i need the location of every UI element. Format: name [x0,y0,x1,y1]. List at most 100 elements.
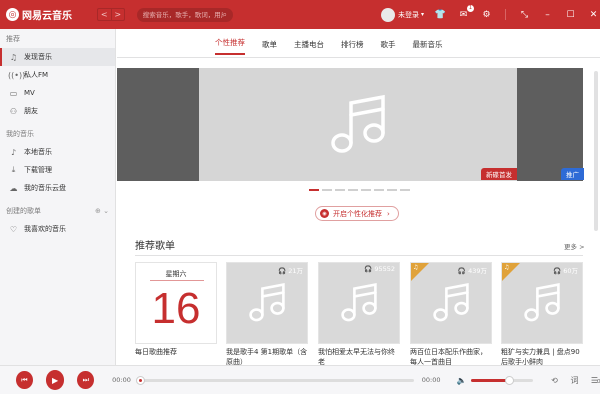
tab-radio[interactable]: 主播电台 [294,35,324,55]
next-track-button[interactable]: ⏭ [77,371,95,389]
volume-slider[interactable] [471,375,533,385]
tab-new-music[interactable]: 最新音乐 [413,35,443,55]
loop-mode-icon[interactable]: ⟲ [549,376,560,385]
music-note-icon: ♫ [9,52,18,62]
banner-dots [309,189,410,191]
mail-icon[interactable]: ✉ 1 [457,5,474,21]
playlist-card[interactable]: ♫ 🎧 439万 两百位日本配乐作曲家，每人一首曲目 [410,262,492,365]
mini-mode-icon[interactable]: ⤡ [518,8,531,21]
search-icon[interactable]: ⌕ [223,10,227,20]
tab-artists[interactable]: 歌手 [381,35,396,55]
history-nav: < > [96,8,125,21]
add-playlist-icon[interactable]: ⊕ [95,207,101,215]
maximize-icon[interactable]: ☐ [564,8,577,21]
play-icon: ▶ [52,375,59,385]
calendar-cover[interactable]: 星期六 16 [135,262,217,344]
banner-tag-ad: 推广 [561,168,584,180]
banner-dot[interactable] [309,189,319,191]
featured-icon: ♫ [413,264,419,271]
banner-dot[interactable] [387,189,397,191]
headphones-icon: 🎧 [364,265,373,273]
section-my-music: 我的音乐 [6,130,34,138]
eye-icon: ◉ [320,209,329,218]
tab-charts[interactable]: 排行榜 [341,35,364,55]
playlist-title[interactable]: 我怕相爱太早无法与你终老 [318,347,400,365]
volume-knob[interactable] [504,375,514,385]
scrollbar-thumb[interactable] [594,71,598,231]
banner-next-slide[interactable] [517,68,583,181]
sidebar-item-friends[interactable]: ⚇ 朋友 [0,102,115,120]
forward-button[interactable]: > [110,9,124,20]
local-music-icon: ♪ [10,147,17,157]
sidebar-item-discover[interactable]: ♫ 发现音乐 [0,48,115,66]
playlist-cover[interactable]: 🎧 95552 [318,262,400,344]
close-icon[interactable]: ✕ [587,8,600,21]
banner-current-slide[interactable] [199,68,517,181]
sidebar-item-private-fm[interactable]: ((•)) 私人FM [0,66,115,84]
progress-knob[interactable] [135,375,145,385]
previous-track-button[interactable]: ⏮ [16,371,33,389]
section-recommend: 推荐 [6,35,20,43]
playlist-title[interactable]: 粗犷与实力兼具 | 盘点90后歌手小鲜肉 [501,347,583,365]
netease-logo-icon: ◎ [6,8,19,21]
playlist-cover[interactable]: ♫ 🎧 60万 [501,262,583,344]
user-menu[interactable]: 未登录 ▾ [380,7,424,22]
playlist-card[interactable]: ♫ 🎧 60万 粗犷与实力兼具 | 盘点90后歌手小鲜肉 [501,262,583,365]
login-label: 未登录 [397,10,419,19]
caret-down-icon: ▾ [420,11,424,18]
playlist-title[interactable]: 两百位日本配乐作曲家，每人一首曲目 [410,347,492,365]
section-title-recommended-playlists: 推荐歌单 [135,241,175,252]
more-link[interactable]: 更多 > [564,241,585,251]
search-input[interactable] [142,10,223,19]
banner-dot[interactable] [348,189,358,191]
playlist-icon[interactable]: ☰ 0 [589,376,600,385]
message-badge: 1 [466,5,474,12]
sidebar-item-liked-music[interactable]: ♡ 我喜欢的音乐 [0,220,115,238]
progress-bar[interactable] [135,375,414,385]
playlist-card[interactable]: 🎧 21万 我是歌手4 第1期歌单（含原曲） [226,262,308,365]
headphones-icon: 🎧 [553,267,562,275]
friends-icon: ⚇ [9,106,18,116]
featured-icon: ♫ [504,264,510,271]
sidebar-item-local-music[interactable]: ♪ 本地音乐 [0,143,115,161]
enable-personal-recommend-button[interactable]: ◉ 开启个性化推荐 › [315,206,399,221]
play-button[interactable]: ▶ [45,370,65,390]
lyrics-icon[interactable]: 词 [569,375,580,386]
playlist-card[interactable]: 🎧 95552 我怕相爱太早无法与你终老 [318,262,400,365]
headphones-icon: 🎧 [457,267,466,275]
previous-icon: ⏮ [21,375,28,384]
sidebar-item-label: 本地音乐 [24,148,52,156]
playlist-title[interactable]: 我是歌手4 第1期歌单（含原曲） [226,347,308,365]
title-bar: ◎ 网易云音乐 < > ⌕ 未登录 ▾ 👕 ✉1 ⚙ ⤡ – ☐ ✕ [0,0,600,29]
sidebar-item-cloud-disk[interactable]: ☁ 我的音乐云盘 [0,179,115,197]
banner-prev-slide[interactable] [117,68,199,181]
skin-icon[interactable]: 👕 [434,8,447,21]
chevron-down-icon[interactable]: ⌄ [103,207,109,215]
banner-dot[interactable] [361,189,371,191]
banner-dot[interactable] [400,189,410,191]
sidebar-item-downloads[interactable]: ⤓ 下载管理 [0,161,115,179]
banner-dot[interactable] [374,189,384,191]
playlist-cover[interactable]: 🎧 21万 [226,262,308,344]
calendar-weekday: 星期六 [165,270,187,278]
volume-icon[interactable]: 🔈 [457,376,467,385]
music-note-placeholder-icon [341,283,377,322]
minimize-icon[interactable]: – [541,8,554,21]
playlist-card-daily[interactable]: 星期六 16 每日歌曲推荐 [135,262,217,365]
tab-playlists[interactable]: 歌单 [262,35,277,55]
heart-icon: ♡ [9,224,18,234]
app-logo[interactable]: ◎ 网易云音乐 [6,7,89,22]
sidebar-item-mv[interactable]: ▭ MV [0,84,115,102]
settings-gear-icon[interactable]: ⚙ [480,8,493,21]
sidebar-item-label: 私人FM [24,71,49,79]
banner-dot[interactable] [335,189,345,191]
playlist-cover[interactable]: ♫ 🎧 439万 [410,262,492,344]
radio-icon: ((•)) [8,70,26,80]
playlist-title[interactable]: 每日歌曲推荐 [135,347,217,365]
sidebar-item-label: 我的音乐云盘 [24,184,66,192]
tab-personal-recommend[interactable]: 个性推荐 [215,35,245,55]
back-button[interactable]: < [98,9,111,20]
banner-dot[interactable] [322,189,332,191]
play-count: 🎧 95552 [364,265,395,273]
sidebar-item-label: 我喜欢的音乐 [24,225,66,233]
